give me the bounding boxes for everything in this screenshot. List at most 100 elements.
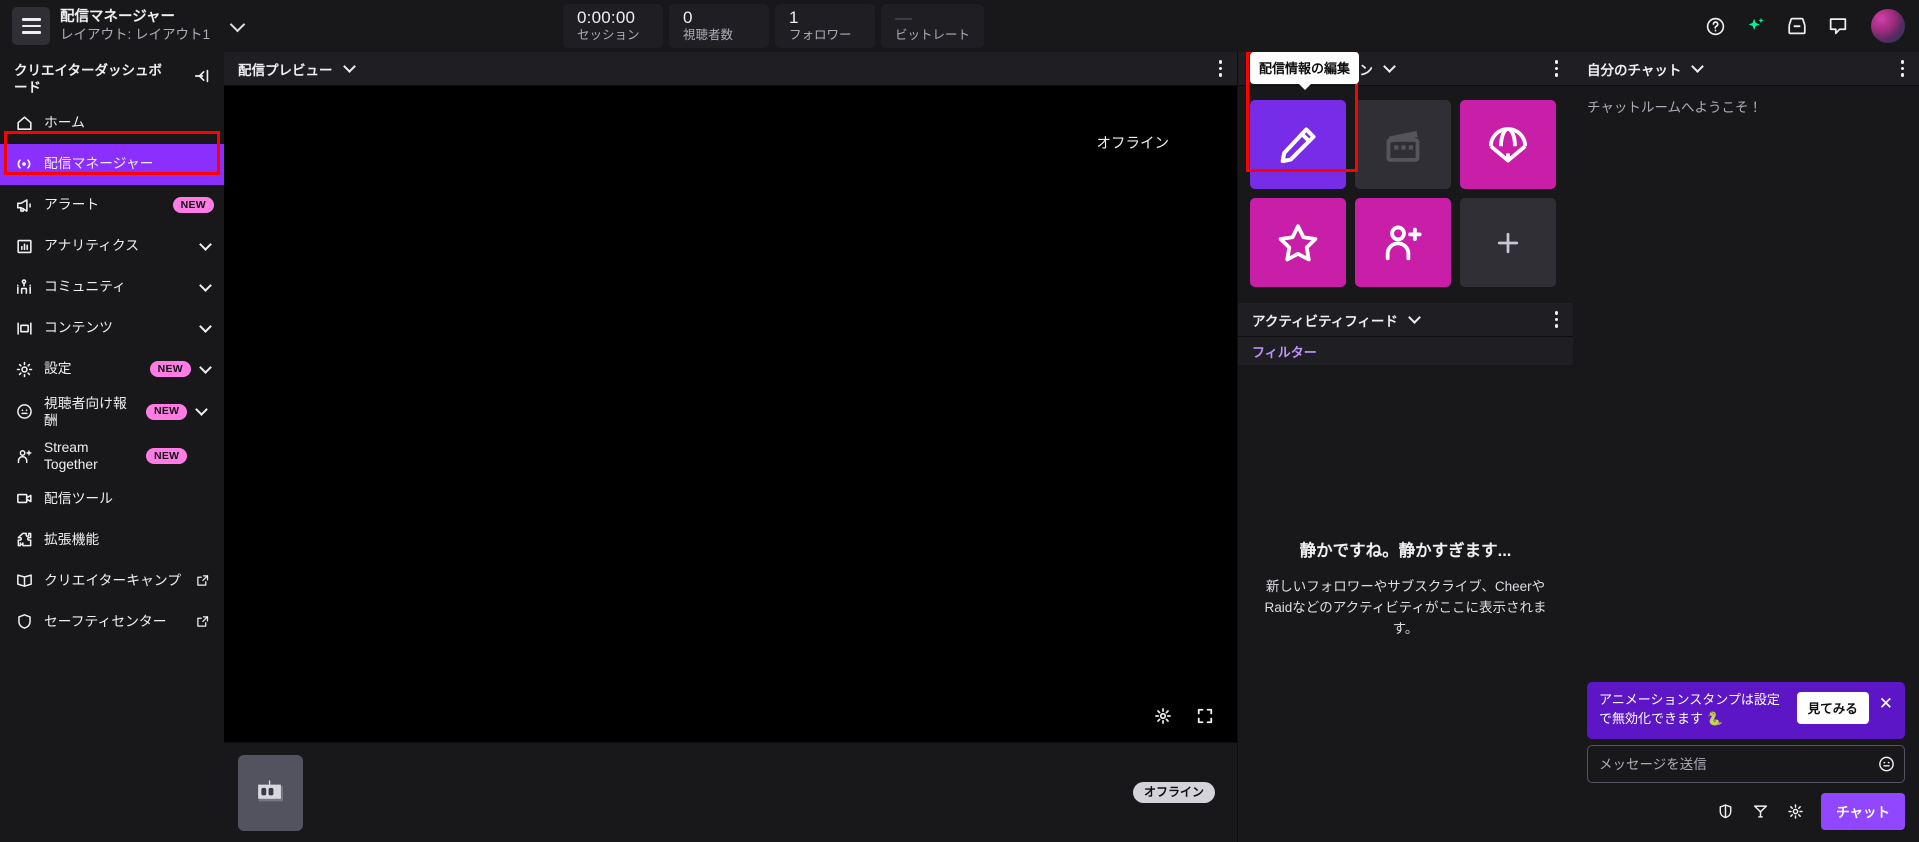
stat-session[interactable]: 0:00:00 セッション bbox=[563, 4, 664, 48]
sidebar-item-alerts[interactable]: アラート NEW bbox=[0, 185, 224, 226]
chevron-down-icon bbox=[199, 319, 212, 333]
stats-bar: 0:00:00 セッション 0 視聴者数 1 フォロワー — ビットレート bbox=[563, 4, 985, 48]
star-icon bbox=[1278, 223, 1318, 261]
stream-settings-icon[interactable] bbox=[1153, 706, 1173, 726]
stat-followers-value: 1 bbox=[789, 8, 799, 28]
sidebar-item-safety-center[interactable]: セーフティセンター bbox=[0, 601, 224, 642]
creator-dashboard-app: 配信マネージャー レイアウト: レイアウト1 0:00:00 セッション 0 視… bbox=[0, 0, 1919, 842]
sidebar-item-community[interactable]: コミュニティ bbox=[0, 267, 224, 308]
bits-icon[interactable] bbox=[1751, 802, 1770, 821]
chat-settings-icon[interactable] bbox=[1786, 802, 1805, 821]
activity-feed-empty-state: 静かですね。静かすぎます... 新しいフォロワーやサブスクライブ、CheerやR… bbox=[1238, 365, 1573, 842]
create-clip-tile[interactable] bbox=[1355, 100, 1451, 189]
chat-welcome-message: チャットルームへようこそ！ bbox=[1587, 100, 1762, 115]
sidebar: クリエイターダッシュボード ホーム 配信マネージャー アラート NEW アナリテ… bbox=[0, 52, 224, 842]
collapse-sidebar-icon[interactable] bbox=[192, 62, 212, 91]
more-options-icon[interactable] bbox=[1898, 56, 1908, 81]
stat-followers[interactable]: 1 フォロワー bbox=[775, 4, 876, 48]
help-icon[interactable] bbox=[1703, 14, 1727, 38]
drops-tile[interactable] bbox=[1460, 100, 1556, 189]
hamburger-icon[interactable] bbox=[12, 7, 50, 45]
chevron-down-icon[interactable] bbox=[1382, 60, 1396, 73]
sidebar-item-stream-manager[interactable]: 配信マネージャー bbox=[0, 143, 224, 185]
sidebar-item-label: Stream Together bbox=[44, 440, 98, 473]
edit-stream-info-tile[interactable] bbox=[1250, 100, 1346, 189]
add-action-tile[interactable] bbox=[1460, 198, 1556, 287]
promo-text: アニメーションスタンプは設定で無効化できます 🐍 bbox=[1599, 692, 1780, 727]
sidebar-item-analytics[interactable]: アナリティクス bbox=[0, 226, 224, 267]
emote-picker-icon[interactable] bbox=[1877, 755, 1896, 774]
host-raid-tile[interactable] bbox=[1355, 198, 1451, 287]
chat-panel: 自分のチャット チャットルームへようこそ！ アニメーションスタンプは設定で無効化… bbox=[1573, 52, 1919, 842]
sidebar-item-home[interactable]: ホーム bbox=[0, 103, 224, 144]
sidebar-item-label: コンテンツ bbox=[44, 320, 113, 336]
main-body: クリエイターダッシュボード ホーム 配信マネージャー アラート NEW アナリテ… bbox=[0, 50, 1919, 842]
status-badge: NEW bbox=[146, 448, 188, 465]
stat-bitrate[interactable]: — ビットレート bbox=[881, 4, 985, 48]
sidebar-item-creator-camp[interactable]: クリエイターキャンプ bbox=[0, 560, 224, 601]
external-link-icon bbox=[195, 573, 210, 588]
fullscreen-icon[interactable] bbox=[1195, 706, 1215, 726]
chevron-down-icon bbox=[199, 278, 212, 292]
promo-cta-button[interactable]: 見てみる bbox=[1796, 692, 1869, 725]
chevron-down-icon bbox=[229, 16, 246, 32]
chevron-down-icon[interactable] bbox=[1691, 60, 1705, 73]
external-link-icon bbox=[195, 614, 210, 629]
stat-viewers[interactable]: 0 視聴者数 bbox=[669, 4, 770, 48]
broadcast-icon bbox=[14, 154, 34, 174]
more-options-icon[interactable] bbox=[1552, 56, 1562, 81]
page-title: 配信マネージャー bbox=[60, 9, 175, 26]
person-add-icon bbox=[14, 447, 34, 466]
stat-followers-label: フォロワー bbox=[789, 28, 852, 43]
more-options-icon[interactable] bbox=[1216, 56, 1226, 81]
stat-bitrate-label: ビットレート bbox=[895, 28, 971, 43]
close-icon[interactable]: ✕ bbox=[1877, 695, 1895, 712]
chat-message-list[interactable] bbox=[1573, 116, 1919, 682]
panel-title: 自分のチャット bbox=[1587, 62, 1682, 78]
channel-avatar-icon[interactable] bbox=[238, 754, 303, 831]
mod-shield-icon[interactable] bbox=[1716, 802, 1735, 821]
sidebar-item-label: アナリティクス bbox=[44, 238, 140, 254]
stream-preview-header: 配信プレビュー bbox=[224, 52, 1237, 86]
sidebar-item-label: クリエイターキャンプ bbox=[44, 573, 182, 589]
chevron-down-icon[interactable] bbox=[1408, 311, 1421, 324]
chevron-down-icon[interactable] bbox=[342, 60, 356, 73]
sidebar-item-viewer-rewards[interactable]: 視聴者向け報酬 NEW bbox=[0, 390, 224, 434]
send-chat-button[interactable]: チャット bbox=[1821, 793, 1905, 830]
chat-input[interactable] bbox=[1587, 745, 1905, 783]
quick-actions-grid bbox=[1238, 86, 1573, 303]
video-preview-area[interactable]: オフライン bbox=[224, 86, 1237, 742]
sidebar-item-label: 配信マネージャー bbox=[44, 156, 154, 172]
pencil-icon bbox=[1280, 126, 1316, 163]
sidebar-item-extensions[interactable]: 拡張機能 bbox=[0, 519, 224, 560]
sidebar-item-label: 配信ツール bbox=[44, 491, 113, 507]
whispers-icon[interactable] bbox=[1826, 14, 1850, 38]
chat-footer: チャット bbox=[1573, 783, 1919, 842]
stat-viewers-value: 0 bbox=[683, 8, 693, 28]
sidebar-item-label: 視聴者向け報酬 bbox=[44, 395, 127, 428]
stat-viewers-label: 視聴者数 bbox=[683, 28, 734, 43]
avatar[interactable] bbox=[1871, 9, 1905, 43]
top-bar-left: 配信マネージャー レイアウト: レイアウト1 bbox=[0, 7, 246, 45]
chevron-down-icon bbox=[199, 237, 212, 251]
more-options-icon[interactable] bbox=[1552, 307, 1562, 332]
sidebar-item-settings[interactable]: 設定 NEW bbox=[0, 349, 224, 390]
tooltip-edit-stream-info: 配信情報の編集 bbox=[1250, 52, 1360, 84]
quick-actions-row bbox=[1250, 198, 1561, 287]
sidebar-item-content[interactable]: コンテンツ bbox=[0, 308, 224, 349]
stream-preview-panel: 配信プレビュー オフライン オフライン bbox=[224, 52, 1237, 842]
sparkle-icon[interactable] bbox=[1744, 14, 1768, 38]
sidebar-title: クリエイターダッシュボード bbox=[14, 63, 162, 96]
sidebar-header: クリエイターダッシュボード bbox=[0, 52, 224, 103]
content-icon bbox=[14, 319, 34, 338]
filter-link[interactable]: フィルター bbox=[1252, 342, 1317, 361]
sidebar-item-label: 拡張機能 bbox=[44, 532, 100, 548]
sidebar-item-stream-tools[interactable]: 配信ツール bbox=[0, 478, 224, 519]
favorites-tile[interactable] bbox=[1250, 198, 1346, 287]
sidebar-item-label: アラート bbox=[44, 197, 100, 213]
inbox-icon[interactable] bbox=[1785, 14, 1809, 38]
chat-input-wrapper bbox=[1587, 745, 1905, 783]
stream-preview-body: オフライン オフライン bbox=[224, 86, 1237, 842]
sidebar-item-stream-together[interactable]: Stream Together NEW bbox=[0, 434, 224, 478]
layout-dropdown-button[interactable] bbox=[229, 16, 246, 34]
